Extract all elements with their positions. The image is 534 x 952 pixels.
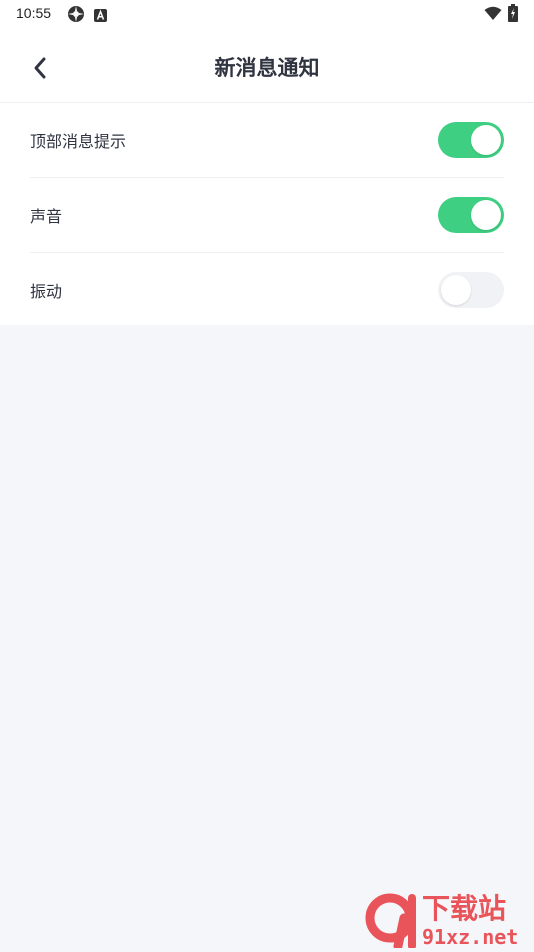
- gear-notification-icon: [67, 5, 85, 27]
- toggle-knob: [471, 125, 501, 155]
- sound-toggle[interactable]: [438, 197, 504, 233]
- status-time: 10:55: [16, 5, 52, 21]
- setting-row-sound: 声音: [30, 178, 504, 253]
- toggle-knob: [471, 200, 501, 230]
- vibration-toggle[interactable]: [438, 272, 504, 308]
- setting-row-vibration: 振动: [30, 253, 504, 327]
- setting-label: 顶部消息提示: [30, 132, 127, 151]
- top-message-hint-toggle[interactable]: [438, 122, 504, 158]
- status-bar: 10:55: [0, 0, 534, 28]
- app-header: 新消息通知: [0, 28, 534, 103]
- setting-label: 振动: [30, 282, 63, 301]
- watermark-logo: 下载站 91xz.net: [360, 888, 530, 951]
- setting-label: 声音: [30, 207, 63, 226]
- toggle-knob: [441, 275, 471, 305]
- setting-row-top-message-hint: 顶部消息提示: [30, 103, 504, 178]
- wifi-icon: [484, 6, 502, 25]
- page-title: 新消息通知: [214, 56, 320, 80]
- svg-text:91xz.net: 91xz.net: [422, 925, 518, 948]
- a-badge-icon: [94, 7, 107, 26]
- battery-charging-icon: [508, 4, 518, 26]
- settings-list: 顶部消息提示 声音 振动: [0, 103, 534, 325]
- svg-text:下载站: 下载站: [422, 892, 506, 925]
